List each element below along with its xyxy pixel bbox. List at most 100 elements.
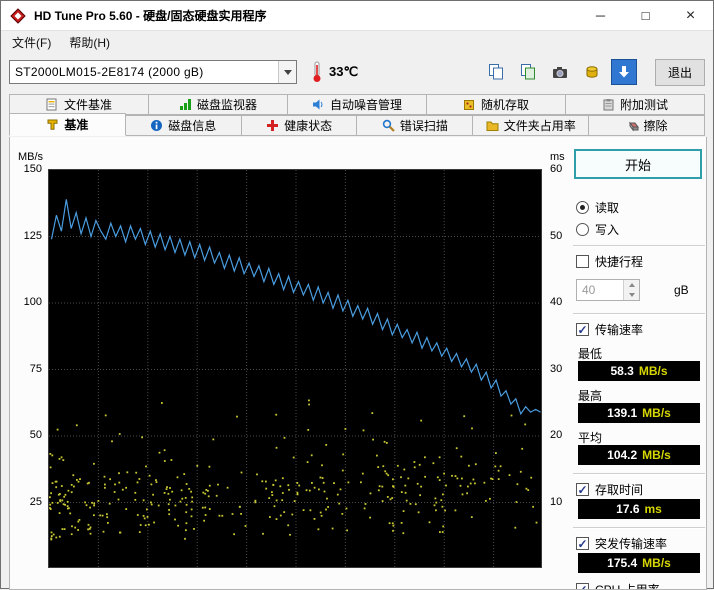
titlebar: HD Tune Pro 5.60 - 硬盘/固态硬盘实用程序 ─ □ × — [1, 1, 713, 31]
benchmark-icon — [46, 118, 59, 131]
access-time-label: 存取时间 — [595, 481, 643, 498]
spinner-down-button[interactable] — [624, 290, 639, 300]
min-label: 最低 — [578, 345, 602, 362]
write-radio-label: 写入 — [595, 221, 619, 238]
tab-label: 文件夹占用率 — [504, 117, 576, 134]
minimize-button[interactable]: ─ — [578, 1, 623, 30]
thermometer-icon — [311, 61, 323, 83]
short-stroke-checkbox[interactable]: 快捷行程 — [576, 253, 643, 270]
right-axis-tick: 20 — [550, 429, 562, 441]
eraser-icon — [626, 119, 639, 132]
copy-text-button[interactable] — [483, 59, 509, 85]
access-time-scatter — [49, 400, 542, 541]
app-icon — [10, 8, 26, 24]
radio-icon — [576, 201, 589, 214]
start-button[interactable]: 开始 — [574, 149, 702, 179]
tab-acoustic-management[interactable]: 自动噪音管理 — [287, 94, 427, 115]
clipboard-icon — [602, 98, 615, 111]
access-time-checkbox[interactable]: 存取时间 — [576, 481, 643, 498]
burst-rate-checkbox[interactable]: 突发传输速率 — [576, 535, 667, 552]
avg-unit: MB/s — [642, 448, 671, 462]
right-axis-unit: ms — [550, 151, 565, 163]
drive-select-value: ST2000LM015-2E8174 (2000 gB) — [10, 65, 278, 79]
tab-label: 磁盘监视器 — [197, 96, 257, 113]
left-axis-tick: 75 — [30, 363, 42, 375]
copy-pages-icon — [488, 64, 504, 80]
tab-label: 错误扫描 — [400, 117, 448, 134]
camera-icon — [552, 64, 568, 80]
maximize-button[interactable]: □ — [623, 1, 668, 30]
tab-label: 健康状态 — [284, 117, 332, 134]
max-unit: MB/s — [642, 406, 671, 420]
short-stroke-capacity-input[interactable]: 40 — [576, 279, 640, 301]
transfer-rate-label: 传输速率 — [595, 321, 643, 338]
divider — [573, 473, 705, 475]
read-radio-label: 读取 — [595, 199, 619, 216]
magnifier-icon — [382, 119, 395, 132]
tab-disk-info[interactable]: 磁盘信息 — [125, 115, 242, 136]
right-axis-tick: 10 — [550, 496, 562, 508]
short-stroke-label: 快捷行程 — [595, 253, 643, 270]
tab-health[interactable]: 健康状态 — [241, 115, 358, 136]
avg-label: 平均 — [578, 429, 602, 446]
tab-label: 附加测试 — [620, 96, 668, 113]
tab-label: 擦除 — [644, 117, 668, 134]
window-title: HD Tune Pro 5.60 - 硬盘/固态硬盘实用程序 — [34, 7, 578, 24]
drive-select[interactable]: ST2000LM015-2E8174 (2000 gB) — [9, 60, 297, 84]
max-label: 最高 — [578, 387, 602, 404]
tab-label: 基准 — [64, 116, 88, 133]
left-axis-tick: 150 — [24, 163, 42, 175]
min-unit: MB/s — [639, 364, 668, 378]
min-value-box: 58.3 MB/s — [578, 361, 700, 381]
right-axis-tick: 50 — [550, 230, 562, 242]
tab-label: 文件基准 — [64, 96, 112, 113]
left-axis-tick: 125 — [24, 230, 42, 242]
speaker-icon — [312, 98, 325, 111]
access-time-value: 17.6 — [616, 502, 639, 516]
left-axis-ticks: 150125100755025 — [10, 169, 46, 568]
tab-file-benchmark[interactable]: 文件基准 — [9, 94, 149, 115]
copy-image-button[interactable] — [515, 59, 541, 85]
min-value: 58.3 — [610, 364, 633, 378]
tab-extra-tests[interactable]: 附加测试 — [565, 94, 705, 115]
tab-folder-usage[interactable]: 文件夹占用率 — [472, 115, 589, 136]
left-axis-tick: 50 — [30, 429, 42, 441]
tab-erase[interactable]: 擦除 — [588, 115, 705, 136]
menu-file[interactable]: 文件(F) — [3, 31, 60, 54]
spinner — [623, 280, 639, 300]
chart-grid — [49, 170, 542, 568]
tab-error-scan[interactable]: 错误扫描 — [356, 115, 473, 136]
transfer-rate-checkbox[interactable]: 传输速率 — [576, 321, 643, 338]
tab-disk-monitor[interactable]: 磁盘监视器 — [148, 94, 288, 115]
write-radio[interactable]: 写入 — [576, 221, 619, 238]
read-radio[interactable]: 读取 — [576, 199, 619, 216]
exit-button[interactable]: 退出 — [655, 59, 705, 86]
menubar: 文件(F) 帮助(H) — [1, 31, 713, 54]
tab-benchmark[interactable]: 基准 — [9, 113, 126, 136]
tab-label: 自动噪音管理 — [330, 96, 402, 113]
divider — [573, 245, 705, 247]
download-arrow-icon — [616, 64, 632, 80]
benchmark-chart: MB/s ms 150125100755025 605040302010 — [10, 147, 576, 587]
tab-row-2: 基准 磁盘信息 健康状态 错误扫描 文件夹占用率 擦除 — [1, 115, 713, 136]
benchmark-sidebar: 开始 读取 写入 快捷行程 40 gB — [570, 137, 707, 589]
screenshot-button[interactable] — [547, 59, 573, 85]
close-button[interactable]: × — [668, 1, 713, 30]
left-axis-tick: 100 — [24, 296, 42, 308]
save-results-button[interactable] — [579, 59, 605, 85]
chart-plot-area — [48, 169, 542, 568]
dice-icon — [463, 98, 476, 111]
burst-rate-unit: MB/s — [642, 556, 671, 570]
right-axis-tick: 60 — [550, 163, 562, 175]
copy-image-icon — [520, 64, 536, 80]
burst-rate-label: 突发传输速率 — [595, 535, 667, 552]
download-button[interactable] — [611, 59, 637, 85]
left-axis-tick: 25 — [30, 496, 42, 508]
folder-icon — [486, 119, 499, 132]
file-benchmark-icon — [46, 98, 59, 111]
spinner-up-button[interactable] — [624, 280, 639, 290]
menu-help[interactable]: 帮助(H) — [60, 31, 119, 54]
chevron-down-icon — [278, 61, 296, 83]
tab-random-access[interactable]: 随机存取 — [426, 94, 566, 115]
max-value: 139.1 — [607, 406, 637, 420]
